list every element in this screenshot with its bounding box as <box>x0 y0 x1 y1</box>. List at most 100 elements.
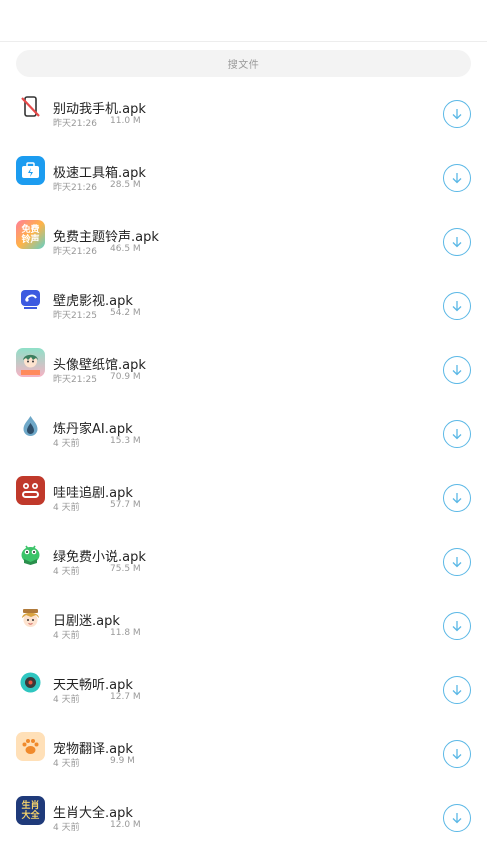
file-size: 57.7 M <box>110 500 141 510</box>
list-item[interactable]: 绿免费小说.apk 4 天前 75.5 M <box>0 523 487 587</box>
file-time: 4 天前 <box>53 503 80 513</box>
file-list: 别动我手机.apk 昨天21:26 11.0 M 极速工具箱.apk 昨天21:… <box>0 75 487 843</box>
file-meta: 昨天21:26 11.0 M <box>53 116 141 129</box>
file-name: 别动我手机.apk <box>53 102 146 117</box>
icon-text: 免费 铃声 <box>21 224 40 245</box>
download-arrow-icon <box>452 301 462 312</box>
top-bar <box>0 0 487 42</box>
list-item[interactable]: 极速工具箱.apk 昨天21:26 28.5 M <box>0 139 487 203</box>
daily-listen-icon <box>16 668 45 697</box>
list-item[interactable]: 宠物翻译.apk 4 天前 9.9 M <box>0 715 487 779</box>
no-phone-icon <box>16 92 45 121</box>
download-arrow-icon <box>452 429 462 440</box>
gecko-video-icon <box>16 284 45 313</box>
avatar-wallpaper-icon <box>16 348 45 377</box>
file-time: 4 天前 <box>53 759 80 769</box>
download-button[interactable] <box>443 484 471 512</box>
ringtone-app-icon: 免费 铃声 <box>16 220 45 249</box>
file-name: 头像壁纸馆.apk <box>53 358 146 373</box>
icon-text: 生肖 大全 <box>21 800 40 821</box>
list-item[interactable]: 别动我手机.apk 昨天21:26 11.0 M <box>0 75 487 139</box>
file-size: 11.0 M <box>110 116 141 126</box>
download-arrow-icon <box>452 621 462 632</box>
file-meta: 4 天前 12.0 M <box>53 820 141 833</box>
file-name: 壁虎影视.apk <box>53 294 133 309</box>
file-time: 4 天前 <box>53 567 80 577</box>
file-meta: 昨天21:26 46.5 M <box>53 244 141 257</box>
list-item[interactable]: 天天畅听.apk 4 天前 12.7 M <box>0 651 487 715</box>
file-meta: 昨天21:25 54.2 M <box>53 308 141 321</box>
download-button[interactable] <box>443 420 471 448</box>
list-item[interactable]: 炼丹家AI.apk 4 天前 15.3 M <box>0 395 487 459</box>
download-button[interactable] <box>443 740 471 768</box>
file-size: 70.9 M <box>110 372 141 382</box>
file-time: 4 天前 <box>53 823 80 833</box>
file-size: 15.3 M <box>110 436 141 446</box>
file-time: 昨天21:26 <box>53 247 97 257</box>
file-time: 昨天21:26 <box>53 183 97 193</box>
download-button[interactable] <box>443 292 471 320</box>
file-meta: 4 天前 12.7 M <box>53 692 141 705</box>
file-meta: 昨天21:26 28.5 M <box>53 180 141 193</box>
file-name: 哇哇追剧.apk <box>53 486 133 501</box>
file-meta: 4 天前 75.5 M <box>53 564 141 577</box>
download-arrow-icon <box>452 749 462 760</box>
download-arrow-icon <box>452 237 462 248</box>
download-arrow-icon <box>452 173 462 184</box>
list-item[interactable]: 免费 铃声 免费主题铃声.apk 昨天21:26 46.5 M <box>0 203 487 267</box>
file-name: 炼丹家AI.apk <box>53 422 133 437</box>
file-size: 12.7 M <box>110 692 141 702</box>
file-meta: 4 天前 15.3 M <box>53 436 141 449</box>
file-name: 免费主题铃声.apk <box>53 230 159 245</box>
file-time: 昨天21:25 <box>53 311 97 321</box>
download-arrow-icon <box>452 109 462 120</box>
list-item[interactable]: 壁虎影视.apk 昨天21:25 54.2 M <box>0 267 487 331</box>
download-button[interactable] <box>443 612 471 640</box>
file-meta: 4 天前 57.7 M <box>53 500 141 513</box>
file-size: 9.9 M <box>110 756 135 766</box>
download-button[interactable] <box>443 804 471 832</box>
file-meta: 昨天21:25 70.9 M <box>53 372 141 385</box>
file-meta: 4 天前 9.9 M <box>53 756 135 769</box>
file-time: 4 天前 <box>53 695 80 705</box>
file-size: 46.5 M <box>110 244 141 254</box>
file-name: 宠物翻译.apk <box>53 742 133 757</box>
download-arrow-icon <box>452 557 462 568</box>
file-name: 生肖大全.apk <box>53 806 133 821</box>
file-size: 12.0 M <box>110 820 141 830</box>
file-meta: 4 天前 11.8 M <box>53 628 141 641</box>
file-name: 日剧迷.apk <box>53 614 120 629</box>
list-item[interactable]: 头像壁纸馆.apk 昨天21:25 70.9 M <box>0 331 487 395</box>
file-time: 4 天前 <box>53 631 80 641</box>
download-arrow-icon <box>452 365 462 376</box>
list-item[interactable]: 哇哇追剧.apk 4 天前 57.7 M <box>0 459 487 523</box>
wawa-drama-icon <box>16 476 45 505</box>
list-item[interactable]: 生肖 大全 生肖大全.apk 4 天前 12.0 M <box>0 779 487 843</box>
download-arrow-icon <box>452 493 462 504</box>
file-name: 极速工具箱.apk <box>53 166 146 181</box>
list-item[interactable]: 日剧迷.apk 4 天前 11.8 M <box>0 587 487 651</box>
download-button[interactable] <box>443 100 471 128</box>
search-placeholder: 搜文件 <box>227 60 260 71</box>
file-time: 昨天21:26 <box>53 119 97 129</box>
paw-icon <box>16 732 45 761</box>
toolbox-icon <box>16 156 45 185</box>
file-time: 4 天前 <box>53 439 80 449</box>
download-button[interactable] <box>443 676 471 704</box>
download-arrow-icon <box>452 813 462 824</box>
file-size: 54.2 M <box>110 308 141 318</box>
download-button[interactable] <box>443 356 471 384</box>
file-name: 天天畅听.apk <box>53 678 133 693</box>
ai-flame-icon <box>16 412 45 441</box>
download-button[interactable] <box>443 228 471 256</box>
file-time: 昨天21:25 <box>53 375 97 385</box>
file-size: 11.8 M <box>110 628 141 638</box>
green-novel-icon <box>16 540 45 569</box>
search-input[interactable]: 搜文件 <box>16 50 471 77</box>
file-name: 绿免费小说.apk <box>53 550 146 565</box>
file-size: 28.5 M <box>110 180 141 190</box>
zodiac-icon: 生肖 大全 <box>16 796 45 825</box>
download-button[interactable] <box>443 548 471 576</box>
download-button[interactable] <box>443 164 471 192</box>
download-arrow-icon <box>452 685 462 696</box>
